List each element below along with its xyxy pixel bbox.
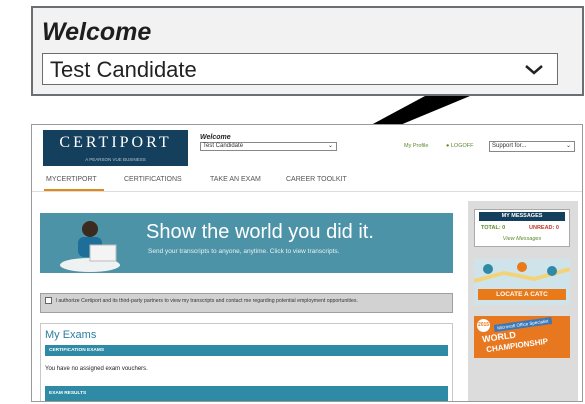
- header-welcome-label: Welcome: [200, 134, 231, 141]
- main-nav: MYCERTIPORT CERTIFICATIONS TAKE AN EXAM …: [32, 169, 582, 192]
- certification-exams-header: CERTIFICATION EXAMS: [45, 345, 448, 356]
- active-tab-underline: [44, 189, 104, 191]
- chevron-down-icon: ⌄: [565, 143, 571, 149]
- world-championship-ad[interactable]: 2015 Microsoft Office Specialist WORLD C…: [474, 316, 570, 358]
- logo-text: CERTIPORT: [59, 134, 172, 151]
- my-messages-widget: MY MESSAGES TOTAL: 0 UNREAD: 0 View Mess…: [474, 209, 570, 247]
- tab-career-toolkit[interactable]: CAREER TOOLKIT: [286, 176, 347, 183]
- map-pins-icon: [474, 262, 570, 283]
- locate-catc-widget[interactable]: LOCATE A CATC: [474, 259, 570, 305]
- site-header: CERTIPORT A PEARSON VUE BUSINESS Welcome…: [32, 125, 582, 167]
- logoff-link[interactable]: ● LOGOFF: [446, 143, 473, 149]
- banner-headline: Show the world you did it.: [146, 221, 374, 243]
- banner-subtext: Send your transcripts to anyone, anytime…: [148, 248, 340, 255]
- header-candidate-value: Test Candidate: [203, 143, 244, 149]
- person-laptop-image: [60, 221, 120, 272]
- no-vouchers-message: You have no assigned exam vouchers.: [45, 366, 148, 372]
- exam-results-header: EXAM RESULTS: [45, 386, 448, 401]
- chevron-down-icon: ⌄: [327, 143, 333, 149]
- support-select[interactable]: Support for... ⌄: [489, 141, 575, 152]
- consent-text: I authorize Certiport and its third-part…: [55, 297, 358, 304]
- logoff-icon: ●: [446, 143, 450, 149]
- support-select-value: Support for...: [492, 143, 527, 149]
- consent-box: I authorize Certiport and its third-part…: [40, 293, 453, 313]
- tab-take-an-exam[interactable]: TAKE AN EXAM: [210, 176, 261, 183]
- right-sidebar: MY MESSAGES TOTAL: 0 UNREAD: 0 View Mess…: [468, 201, 578, 401]
- locate-catc-button[interactable]: LOCATE A CATC: [478, 289, 566, 300]
- my-profile-link[interactable]: My Profile: [404, 143, 428, 149]
- messages-total: TOTAL: 0: [481, 225, 506, 231]
- wc-year-badge: 2015: [477, 319, 490, 332]
- certiport-logo[interactable]: CERTIPORT A PEARSON VUE BUSINESS: [43, 130, 188, 166]
- logoff-label: LOGOFF: [450, 143, 474, 149]
- tab-mycertiport[interactable]: MYCERTIPORT: [46, 176, 97, 183]
- wc-tag: Microsoft Office Specialist: [493, 317, 552, 332]
- tab-certifications[interactable]: CERTIFICATIONS: [124, 176, 182, 183]
- logo-subtitle: A PEARSON VUE BUSINESS: [85, 157, 146, 162]
- transcripts-banner[interactable]: Show the world you did it. Send your tra…: [40, 213, 453, 273]
- certiport-screenshot: CERTIPORT A PEARSON VUE BUSINESS Welcome…: [31, 124, 583, 402]
- messages-title: MY MESSAGES: [479, 212, 565, 221]
- view-messages-link[interactable]: View Messages: [475, 236, 569, 242]
- messages-unread: UNREAD: 0: [529, 225, 559, 231]
- my-exams-panel: My Exams CERTIFICATION EXAMS You have no…: [40, 323, 453, 401]
- my-exams-title: My Exams: [45, 329, 97, 341]
- consent-checkbox[interactable]: [45, 297, 52, 304]
- header-candidate-select[interactable]: Test Candidate ⌄: [200, 142, 337, 151]
